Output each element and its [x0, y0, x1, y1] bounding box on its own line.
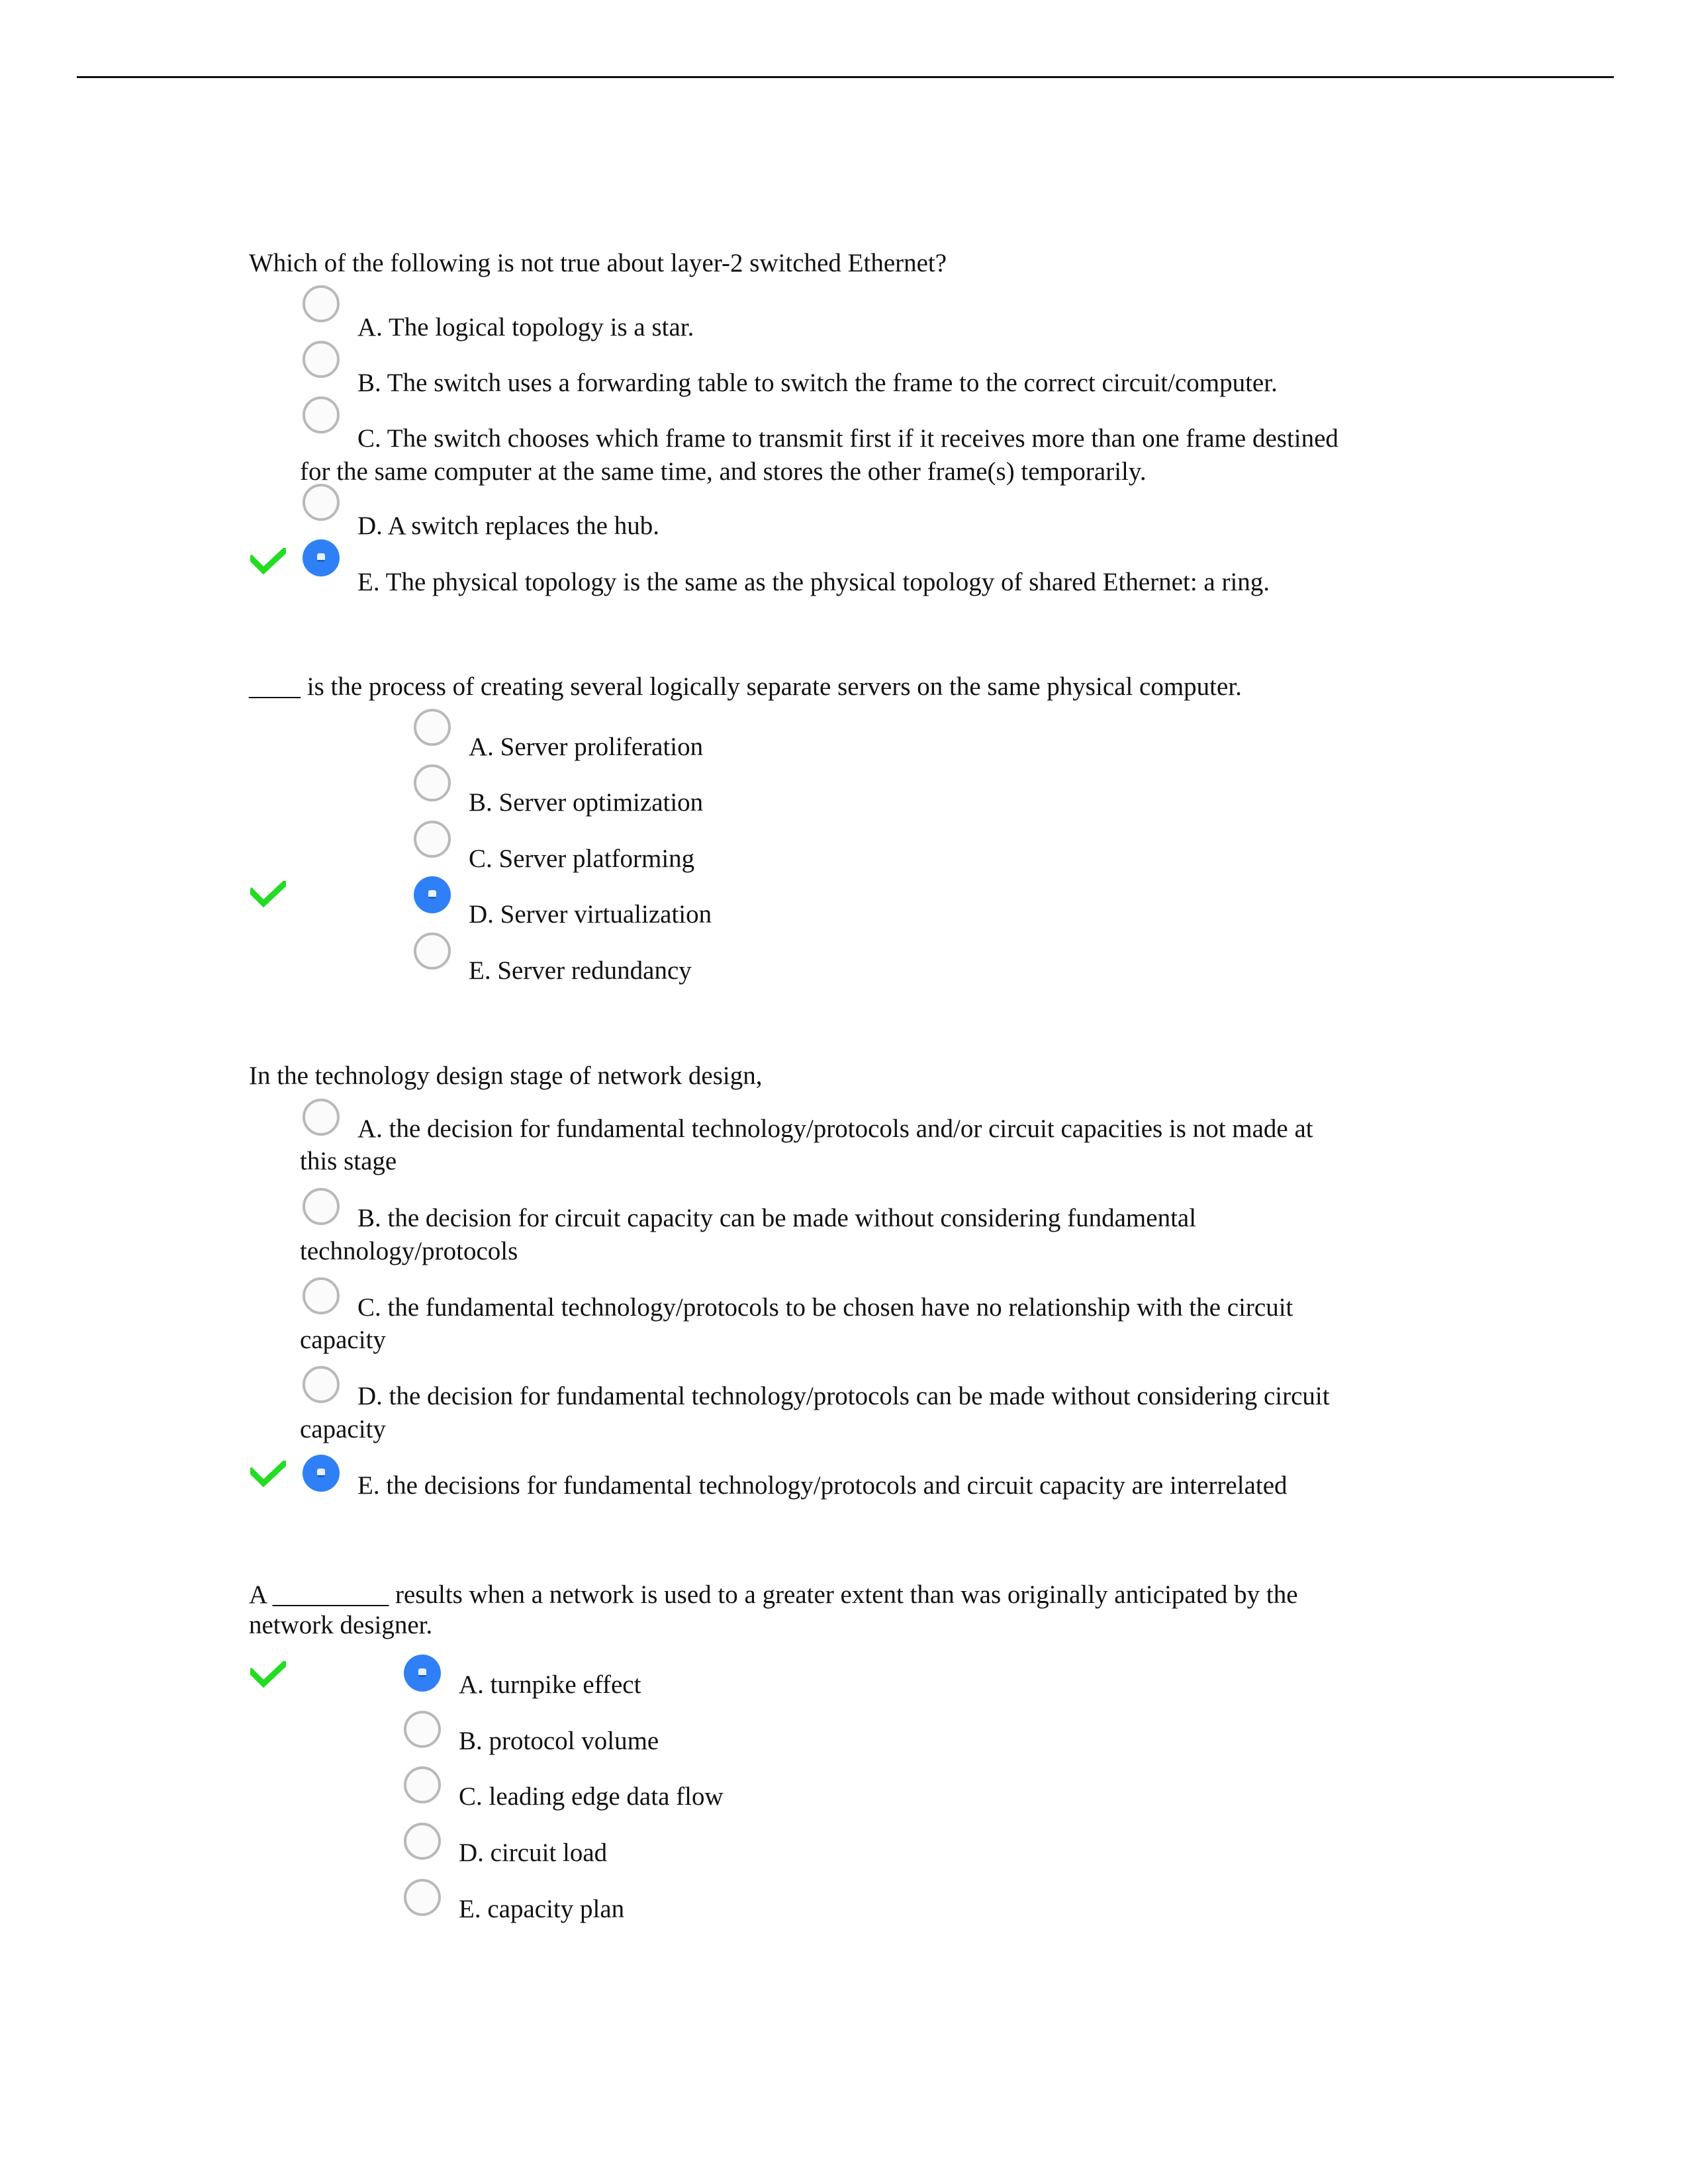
option-label: C. the fundamental technology/protocols …	[357, 1293, 1293, 1322]
radio-button-selected[interactable]	[404, 1655, 441, 1692]
option-label: C. leading edge data flow	[459, 1782, 724, 1811]
radio-button-unselected[interactable]	[404, 1879, 441, 1916]
question-prompt: In the technology design stage of networ…	[249, 1062, 763, 1090]
option-label: D. circuit load	[459, 1839, 608, 1867]
radio-button-unselected[interactable]	[303, 1366, 340, 1403]
option-label: E. capacity plan	[459, 1895, 625, 1923]
option-label-continued: for the same computer at the same time, …	[300, 457, 1147, 486]
option-label-continued: capacity	[300, 1415, 386, 1443]
question-prompt: ____ is the process of creating several …	[249, 672, 1242, 701]
question-prompt: A _________ results when a network is us…	[249, 1580, 1298, 1609]
radio-button-unselected[interactable]	[303, 484, 340, 521]
question-prompt: Which of the following is not true about…	[249, 249, 947, 277]
radio-button-selected[interactable]	[303, 1455, 340, 1492]
option-label-continued: this stage	[300, 1147, 397, 1175]
option-label: A. Server proliferation	[469, 733, 704, 761]
radio-button-unselected[interactable]	[414, 821, 451, 858]
option-label: B. Server optimization	[469, 788, 704, 817]
option-label: E. the decisions for fundamental technol…	[357, 1471, 1288, 1500]
correct-check-icon	[250, 1461, 286, 1487]
radio-button-unselected[interactable]	[303, 1277, 340, 1314]
option-label: B. the decision for circuit capacity can…	[357, 1204, 1197, 1232]
option-label: D. Server virtualization	[469, 900, 712, 929]
radio-button-selected[interactable]	[414, 876, 451, 913]
radio-button-unselected[interactable]	[303, 285, 340, 322]
option-label: C. The switch chooses which frame to tra…	[357, 424, 1338, 453]
radio-button-unselected[interactable]	[303, 341, 340, 378]
correct-check-icon	[250, 1661, 286, 1688]
option-label: A. the decision for fundamental technolo…	[357, 1115, 1313, 1143]
radio-button-unselected[interactable]	[303, 396, 340, 433]
option-label: D. A switch replaces the hub.	[357, 512, 659, 540]
radio-button-selected[interactable]	[303, 539, 340, 576]
option-label: E. Server redundancy	[469, 956, 692, 985]
option-label: A. The logical topology is a star.	[357, 313, 694, 341]
question-prompt-continued: network designer.	[249, 1611, 433, 1639]
option-label: D. the decision for fundamental technolo…	[357, 1382, 1330, 1410]
radio-button-unselected[interactable]	[404, 1766, 441, 1803]
radio-button-unselected[interactable]	[404, 1823, 441, 1860]
top-divider-rule	[77, 76, 1614, 78]
radio-button-unselected[interactable]	[414, 709, 451, 746]
option-label: E. The physical topology is the same as …	[357, 568, 1270, 596]
option-label-continued: capacity	[300, 1326, 386, 1354]
option-label: B. The switch uses a forwarding table to…	[357, 369, 1278, 397]
radio-button-unselected[interactable]	[404, 1711, 441, 1748]
radio-button-unselected[interactable]	[414, 764, 451, 801]
correct-check-icon	[250, 548, 286, 574]
correct-check-icon	[250, 881, 286, 907]
option-label: A. turnpike effect	[459, 1670, 641, 1699]
option-label: B. protocol volume	[459, 1727, 659, 1755]
radio-button-unselected[interactable]	[303, 1099, 340, 1136]
option-label-continued: technology/protocols	[300, 1237, 518, 1265]
radio-button-unselected[interactable]	[303, 1188, 340, 1225]
option-label: C. Server platforming	[469, 844, 695, 873]
radio-button-unselected[interactable]	[414, 933, 451, 970]
